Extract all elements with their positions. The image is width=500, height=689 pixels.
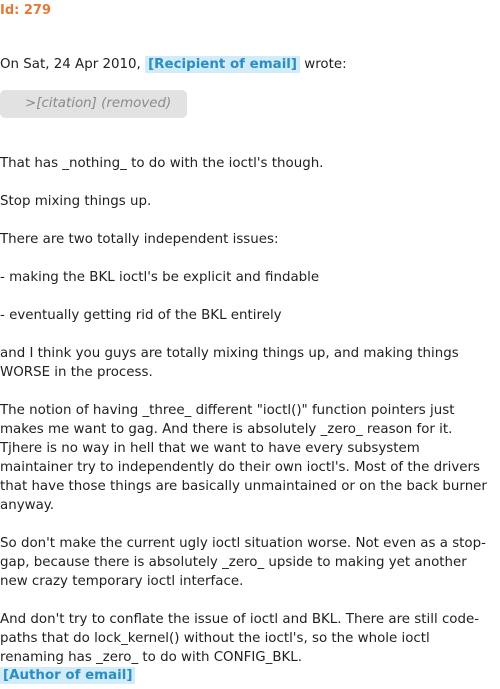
author-tag: [Author of email]: [0, 667, 136, 684]
body-paragraph: That has _nothing_ to do with the ioctl'…: [0, 156, 324, 171]
citation-block: >[citation] (removed): [0, 90, 187, 118]
body-paragraph: And don't try to conflate the issue of i…: [0, 612, 480, 665]
email-id-label: Id: 279: [0, 3, 52, 18]
email-body: That has _nothing_ to do with the ioctl'…: [0, 154, 496, 686]
intro-date-text: On Sat, 24 Apr 2010,: [0, 57, 146, 72]
signature-line: [Author of email]: [0, 667, 136, 685]
body-paragraph: Stop mixing things up.: [0, 194, 152, 209]
intro-wrote-text: wrote:: [300, 57, 347, 72]
body-paragraph: - eventually getting rid of the BKL enti…: [0, 308, 282, 323]
body-paragraph: There are two totally independent issues…: [0, 232, 279, 247]
body-paragraph: So don't make the current ugly ioctl sit…: [0, 536, 486, 589]
body-paragraph: The notion of having _three_ different "…: [0, 403, 487, 513]
body-paragraph: and I think you guys are totally mixing …: [0, 346, 459, 380]
body-paragraph: - making the BKL ioctl's be explicit and…: [0, 270, 320, 285]
recipient-tag: [Recipient of email]: [145, 56, 301, 73]
quote-intro-line: On Sat, 24 Apr 2010, [Recipient of email…: [0, 56, 347, 74]
